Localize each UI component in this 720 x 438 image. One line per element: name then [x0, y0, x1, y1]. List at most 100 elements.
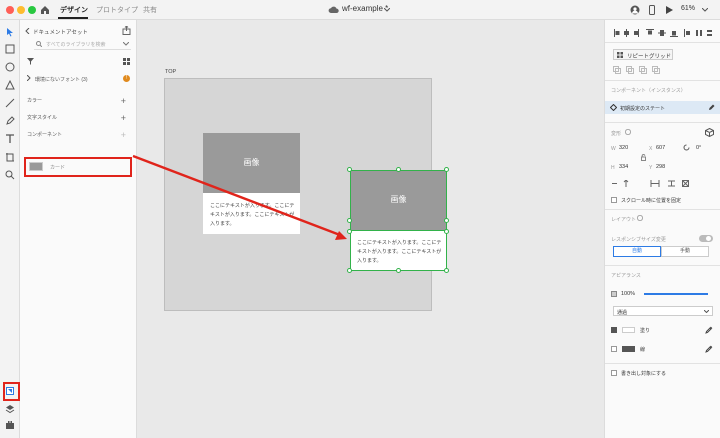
user-icon[interactable]: [630, 5, 640, 15]
play-icon[interactable]: [664, 5, 674, 15]
section-components[interactable]: コンポーネント +: [27, 131, 132, 140]
resize-handle[interactable]: [444, 167, 449, 172]
artboard-top[interactable]: 画像 ここにテキストが入ります。ここにテキストが入ります。ここにテキストが入りま…: [164, 78, 449, 311]
section-character-styles[interactable]: 文字スタイル +: [27, 114, 132, 123]
flip-distribute-icons[interactable]: [610, 180, 690, 187]
mobile-preview-icon[interactable]: [647, 5, 657, 15]
maximize-window-button[interactable]: [28, 6, 36, 14]
resize-handle[interactable]: [347, 218, 352, 223]
add-color-icon[interactable]: +: [121, 97, 126, 106]
section-divider: [605, 265, 720, 266]
tab-design[interactable]: デザイン: [60, 5, 88, 15]
info-icon[interactable]: [637, 215, 643, 221]
border-swatch[interactable]: [622, 346, 635, 352]
auto-button[interactable]: 自動: [613, 246, 661, 257]
resize-handle[interactable]: [347, 229, 352, 234]
design-canvas[interactable]: TOP 画像 ここにテキストが入ります。ここにテキストが入ります。ここにテキスト…: [137, 20, 604, 438]
resize-handle[interactable]: [396, 268, 401, 273]
opacity-icon: [611, 291, 617, 297]
resize-handle[interactable]: [396, 167, 401, 172]
ellipse-tool-icon[interactable]: [5, 62, 15, 72]
width-label: W: [611, 146, 616, 152]
home-icon[interactable]: [40, 5, 50, 15]
eyedropper-icon[interactable]: [705, 345, 713, 353]
fill-swatch[interactable]: [622, 327, 635, 333]
chevron-down-icon[interactable]: [384, 8, 390, 12]
boolean-ops-icon[interactable]: [613, 66, 661, 74]
close-window-button[interactable]: [6, 6, 14, 14]
rotate-icon[interactable]: [683, 144, 690, 151]
opacity-field[interactable]: 100%: [621, 291, 635, 297]
height-field[interactable]: 334: [619, 164, 628, 170]
grid-view-icon[interactable]: [123, 58, 130, 65]
tab-share[interactable]: 共有: [143, 5, 157, 15]
resize-handle[interactable]: [444, 218, 449, 223]
fill-checkbox[interactable]: [611, 327, 617, 333]
selection-divider: [350, 230, 447, 231]
blend-mode-select[interactable]: 通過: [613, 306, 713, 316]
card-component[interactable]: 画像 ここにテキストが入ります。ここにテキストが入ります。ここにテキストが入りま…: [203, 133, 300, 234]
border-checkbox[interactable]: [611, 346, 617, 352]
annotation-highlight-component: [24, 157, 132, 177]
resize-handle[interactable]: [444, 268, 449, 273]
zoom-tool-icon[interactable]: [5, 170, 15, 180]
export-checkbox[interactable]: [611, 370, 617, 376]
asset-search-placeholder: すべてのライブラリを検索: [46, 42, 106, 48]
artboard-tool-icon[interactable]: [5, 152, 15, 162]
rectangle-tool-icon[interactable]: [5, 44, 15, 54]
scroll-fixed-label: スクロール時に位置を固定: [621, 198, 682, 204]
filter-icon[interactable]: [27, 58, 34, 65]
zoom-level[interactable]: 61%: [681, 5, 695, 12]
x-field[interactable]: 607: [656, 145, 665, 151]
section-colors-label: カラー: [27, 98, 43, 104]
edit-pencil-icon[interactable]: [708, 104, 715, 111]
asset-search-input[interactable]: すべてのライブラリを検索: [34, 38, 131, 50]
y-label: Y: [649, 165, 653, 171]
y-field[interactable]: 298: [656, 164, 665, 170]
resize-handle[interactable]: [444, 229, 449, 234]
search-scope-chevron-icon[interactable]: [123, 42, 129, 46]
responsive-resize-toggle[interactable]: [699, 235, 713, 242]
back-chevron-icon[interactable]: [25, 28, 30, 34]
polygon-tool-icon[interactable]: [5, 80, 15, 90]
select-tool-icon[interactable]: [5, 27, 15, 37]
align-tools-icon[interactable]: [614, 29, 712, 37]
rotation-field[interactable]: 0°: [696, 145, 701, 151]
selection-bounds: [350, 170, 447, 271]
manual-button[interactable]: 手動: [661, 246, 709, 257]
artboard-name[interactable]: TOP: [165, 69, 176, 75]
export-label: 書き出し対象にする: [621, 371, 667, 377]
tab-prototype[interactable]: プロトタイプ: [96, 5, 138, 15]
scroll-fixed-checkbox[interactable]: [611, 197, 617, 203]
expand-chevron-icon[interactable]: [27, 75, 31, 81]
line-tool-icon[interactable]: [5, 98, 15, 108]
component-diamond-icon: [610, 104, 617, 111]
missing-fonts-label[interactable]: 環境にないフォント (3): [35, 76, 88, 83]
repeat-grid-icon: [617, 52, 623, 58]
layers-icon[interactable]: [5, 404, 15, 414]
section-components-label: コンポーネント: [27, 132, 63, 138]
section-divider: [605, 209, 720, 210]
section-colors[interactable]: カラー +: [27, 97, 132, 106]
text-tool-icon[interactable]: [5, 134, 15, 144]
share-icon[interactable]: [122, 26, 131, 35]
width-field[interactable]: 320: [619, 145, 628, 151]
pen-tool-icon[interactable]: [5, 116, 15, 126]
plugins-icon[interactable]: [5, 420, 15, 430]
resize-handle[interactable]: [347, 268, 352, 273]
opacity-slider[interactable]: [644, 293, 708, 295]
add-character-style-icon[interactable]: +: [121, 114, 126, 123]
resize-handle[interactable]: [347, 167, 352, 172]
repeat-grid-button[interactable]: リピートグリッド: [613, 49, 673, 60]
add-component-icon[interactable]: +: [121, 131, 126, 140]
section-divider: [605, 80, 720, 81]
document-title[interactable]: wf-example *: [342, 4, 388, 13]
state-row[interactable]: 初期設定のステート: [605, 101, 720, 114]
info-icon[interactable]: [625, 129, 631, 135]
3d-transform-icon[interactable]: [705, 128, 714, 137]
lock-aspect-icon[interactable]: [641, 154, 646, 161]
minimize-window-button[interactable]: [17, 6, 25, 14]
zoom-chevron-icon[interactable]: [702, 8, 708, 12]
search-icon: [36, 41, 42, 47]
eyedropper-icon[interactable]: [705, 326, 713, 334]
